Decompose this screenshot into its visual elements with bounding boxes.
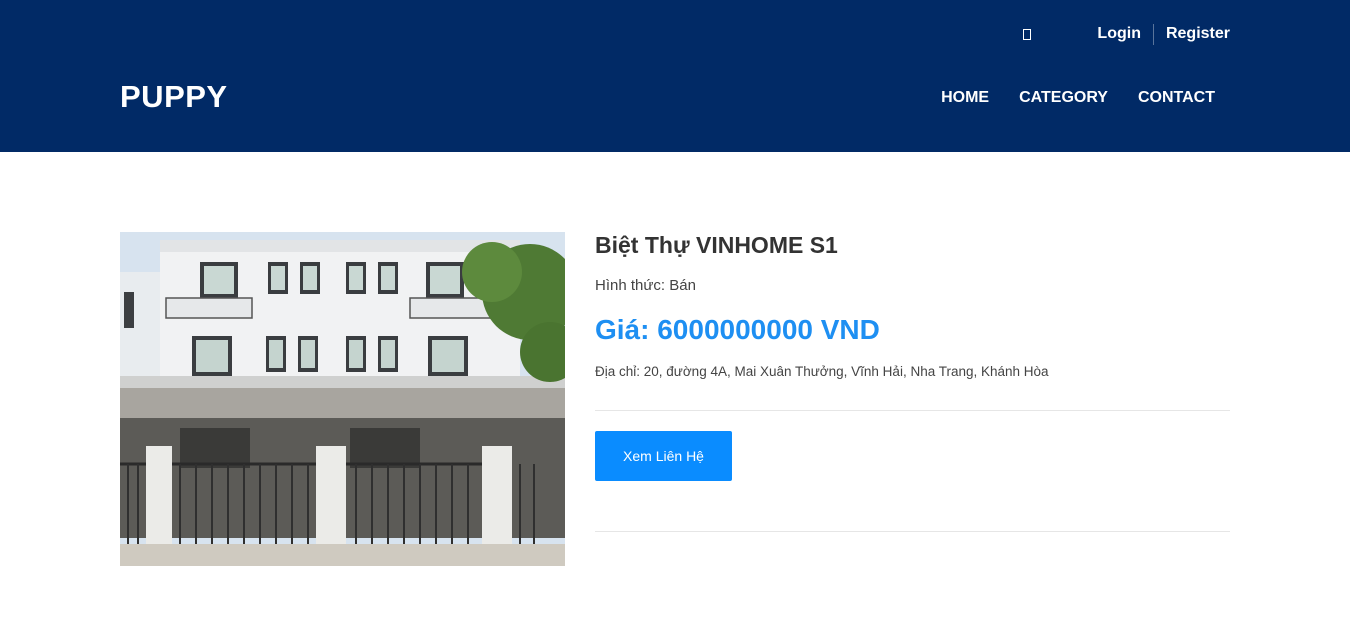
product-form: Hình thức: Bán [595,277,696,294]
nav-category[interactable]: CATEGORY [1019,89,1108,107]
nav-home[interactable]: HOME [941,89,989,107]
topbar-separator [1152,23,1154,45]
divider [595,410,1230,411]
view-contact-button[interactable]: Xem Liên Hệ [595,431,732,481]
login-link[interactable]: Login [1097,25,1141,43]
site-logo[interactable]: PUPPY [120,79,228,115]
divider [595,531,1230,532]
topbar: Login Register [1023,22,1230,46]
site-header: Login Register PUPPY HOME CATEGORY CONTA… [0,0,1350,152]
product-address: Địa chỉ: 20, đường 4A, Mai Xuân Thưởng, … [595,364,1049,379]
product-detail: Biệt Thự VINHOME S1 Hình thức: Bán Giá: … [595,232,1230,532]
product-price: Giá: 6000000000 VND [595,314,880,345]
product-title: Biệt Thự VINHOME S1 [595,232,838,258]
main-nav: HOME CATEGORY CONTACT [911,89,1215,107]
nav-contact[interactable]: CONTACT [1138,89,1215,107]
missing-glyph-icon[interactable] [1023,28,1032,40]
villa-photo [120,232,565,566]
register-link[interactable]: Register [1166,25,1230,43]
